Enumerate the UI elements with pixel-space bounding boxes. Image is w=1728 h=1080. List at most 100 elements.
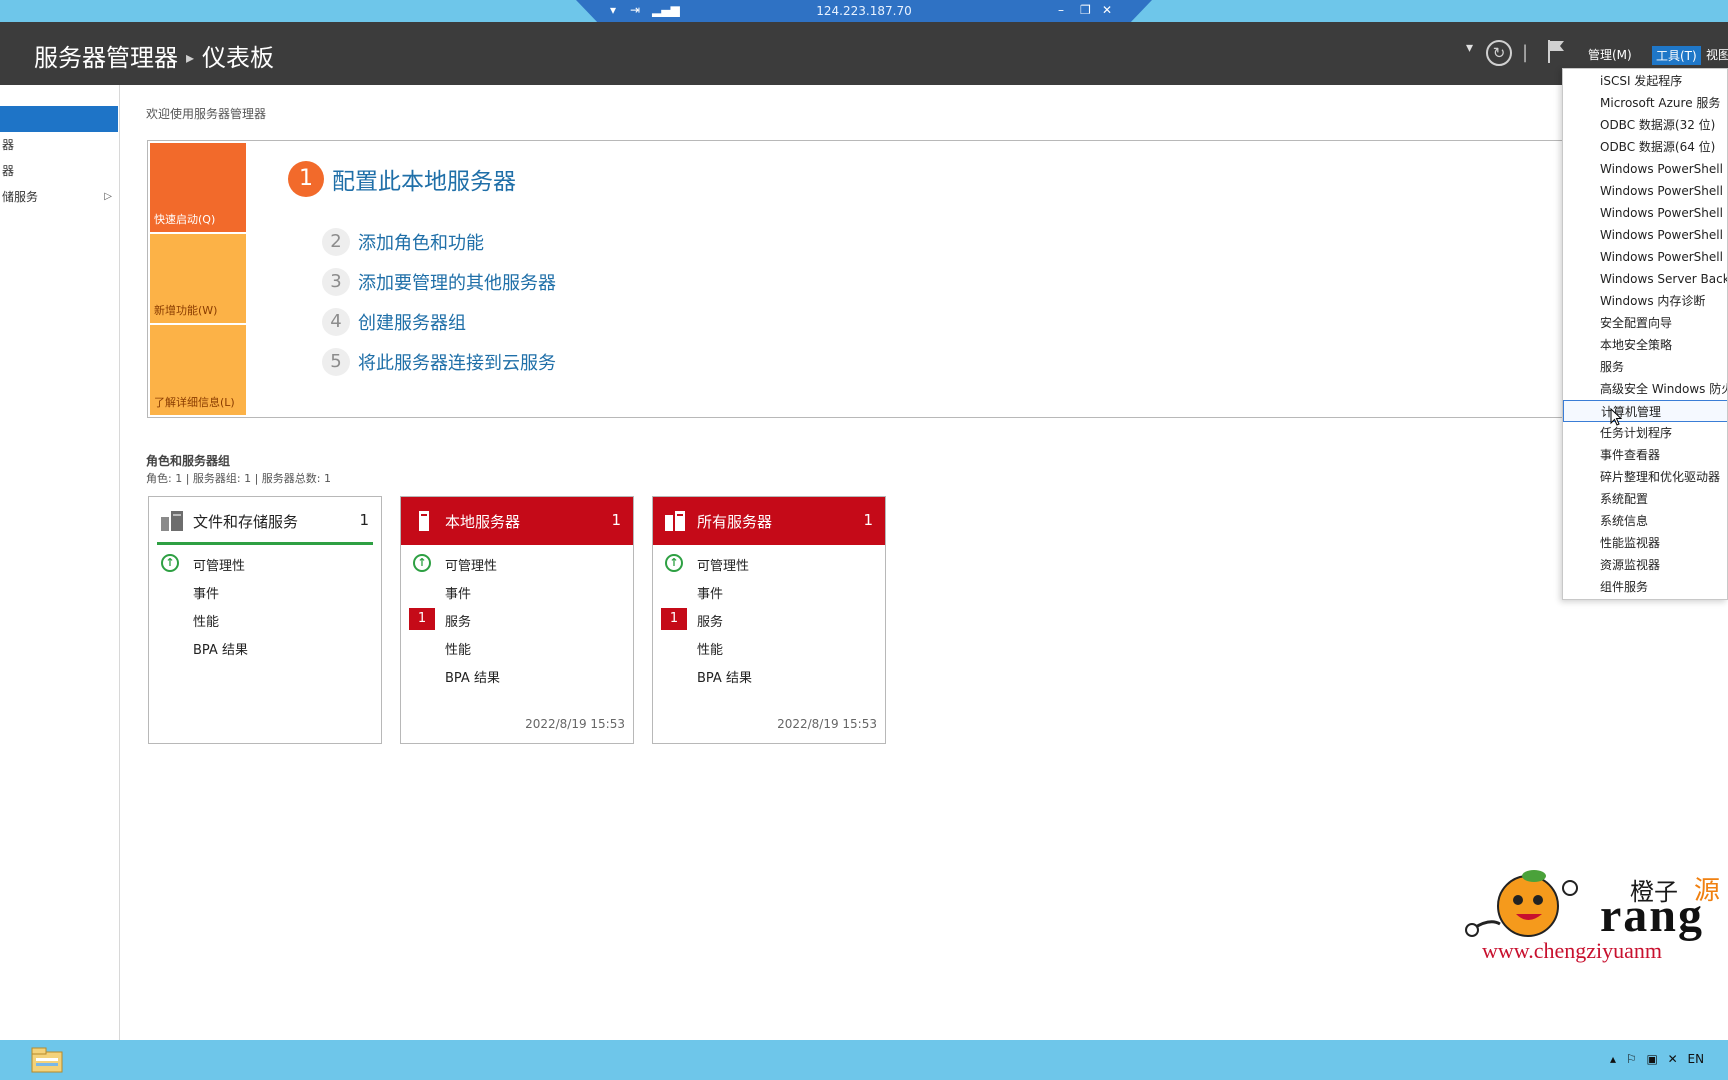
menu-item-azure[interactable]: Microsoft Azure 服务 [1563, 92, 1727, 114]
menu-item-memory-diagnostic[interactable]: Windows 内存诊断 [1563, 290, 1727, 312]
row-label: 可管理性 [193, 559, 246, 574]
file-storage-icon [161, 511, 183, 531]
card-title: 所有服务器 [697, 513, 773, 531]
card-row-manageability[interactable]: ↑ 可管理性 [149, 549, 381, 577]
tray-expand-icon[interactable]: ▴ [1610, 1052, 1616, 1066]
card-row-events[interactable]: 事件 [149, 577, 381, 605]
card-row-services[interactable]: 1 服务 [401, 605, 633, 633]
menu-item-iscsi[interactable]: iSCSI 发起程序 [1563, 70, 1727, 92]
breadcrumb-separator-icon: ▸ [186, 48, 195, 67]
card-row-manageability[interactable]: ↑ 可管理性 [653, 549, 885, 577]
menu-item-perf-monitor[interactable]: 性能监视器 [1563, 532, 1727, 554]
tile-label: 快速启动(Q) [154, 213, 216, 226]
rdp-connection-bar: ▾ ⇥ ▂▄▆ 124.223.187.70 – ❐ ✕ [0, 0, 1728, 24]
card-row-performance[interactable]: 性能 [149, 605, 381, 633]
minimize-icon[interactable]: – [1058, 3, 1064, 17]
status-ok-bar [157, 542, 373, 545]
step-number: 1 [288, 161, 324, 197]
menu-item-odbc-32[interactable]: ODBC 数据源(32 位) [1563, 114, 1727, 136]
step-add-roles[interactable]: 2 添加角色和功能 [322, 228, 484, 256]
sidebar-item-file-storage[interactable]: 储服务 ▷ [0, 184, 118, 210]
menu-manage[interactable]: 管理(M) [1588, 46, 1632, 63]
watermark-brand: rang [1600, 889, 1704, 942]
menu-tools[interactable]: 工具(T) [1652, 46, 1701, 65]
step-add-servers[interactable]: 3 添加要管理的其他服务器 [322, 268, 556, 296]
tile-quick-start[interactable]: 快速启动(Q) [150, 143, 246, 232]
menu-item-powershell-ise-2[interactable]: Windows PowerShell I [1563, 246, 1727, 268]
menu-item-resource-monitor[interactable]: 资源监视器 [1563, 554, 1727, 576]
role-card-all-servers[interactable]: 所有服务器 1 ↑ 可管理性 事件 1 服务 性能 BPA 结果 2022/8/… [652, 496, 886, 744]
tile-label: 新增功能(W) [154, 304, 218, 317]
notifications-flag-icon[interactable] [1546, 38, 1568, 64]
menu-item-powershell-3[interactable]: Windows PowerShell ( [1563, 202, 1727, 224]
network-icon[interactable]: ▣ [1646, 1052, 1657, 1066]
app-title[interactable]: 服务器管理器 [34, 44, 178, 72]
card-row-bpa[interactable]: BPA 结果 [149, 633, 381, 661]
card-row-bpa[interactable]: BPA 结果 [653, 661, 885, 689]
rdp-address: 124.223.187.70 [816, 4, 912, 18]
dropdown-arrow-icon[interactable]: ▾ [1466, 40, 1473, 56]
step-link[interactable]: 配置此本地服务器 [332, 162, 516, 196]
role-card-file-storage[interactable]: 文件和存储服务 1 ↑ 可管理性 事件 性能 BPA 结果 [148, 496, 382, 744]
menu-item-defrag[interactable]: 碎片整理和优化驱动器 [1563, 466, 1727, 488]
menu-item-computer-management[interactable]: 计算机管理 [1563, 400, 1727, 422]
menu-view[interactable]: 视图 [1706, 46, 1728, 63]
sidebar-item-all-servers[interactable]: 器 [0, 158, 118, 184]
menu-item-security-wizard[interactable]: 安全配置向导 [1563, 312, 1727, 334]
step-link[interactable]: 添加角色和功能 [358, 229, 484, 255]
card-row-performance[interactable]: 性能 [653, 633, 885, 661]
menu-item-task-scheduler[interactable]: 任务计划程序 [1563, 422, 1727, 444]
quick-start-panel: 快速启动(Q) 新增功能(W) 了解详细信息(L) 1 配置此本地服务器 2 添加角… [147, 140, 1567, 418]
menu-item-component-services[interactable]: 组件服务 [1563, 576, 1727, 598]
close-icon[interactable]: ✕ [1102, 3, 1112, 17]
sidebar-item-dashboard[interactable] [0, 106, 118, 132]
card-header[interactable]: 所有服务器 1 [653, 497, 885, 545]
card-row-performance[interactable]: 性能 [401, 633, 633, 661]
card-row-events[interactable]: 事件 [401, 577, 633, 605]
card-header[interactable]: 本地服务器 1 [401, 497, 633, 545]
row-label: 事件 [445, 587, 472, 602]
menu-item-server-backup[interactable]: Windows Server Backu [1563, 268, 1727, 290]
card-row-manageability[interactable]: ↑ 可管理性 [401, 549, 633, 577]
file-explorer-icon[interactable] [30, 1046, 64, 1074]
refresh-icon[interactable]: ↻ [1486, 40, 1512, 66]
tile-learn-more[interactable]: 了解详细信息(L) [150, 325, 246, 415]
menu-item-services[interactable]: 服务 [1563, 356, 1727, 378]
card-row-services[interactable]: 1 服务 [653, 605, 885, 633]
sidebar: 器 器 储服务 ▷ [0, 85, 120, 1040]
menu-item-system-config[interactable]: 系统配置 [1563, 488, 1727, 510]
step-connect-cloud[interactable]: 5 将此服务器连接到云服务 [322, 348, 556, 376]
volume-muted-icon[interactable]: ✕ [1668, 1052, 1678, 1066]
servers-icon [665, 511, 685, 531]
language-indicator[interactable]: EN [1688, 1052, 1705, 1066]
menu-item-powershell[interactable]: Windows PowerShell [1563, 158, 1727, 180]
role-card-local-server[interactable]: 本地服务器 1 ↑ 可管理性 事件 1 服务 性能 BPA 结果 2022/8/… [400, 496, 634, 744]
step-create-group[interactable]: 4 创建服务器组 [322, 308, 466, 336]
menu-item-event-viewer[interactable]: 事件查看器 [1563, 444, 1727, 466]
watermark-url: www.chengziyuanm [1482, 938, 1663, 963]
card-row-events[interactable]: 事件 [653, 577, 885, 605]
step-link[interactable]: 创建服务器组 [358, 309, 466, 335]
rdp-tab: ▾ ⇥ ▂▄▆ 124.223.187.70 – ❐ ✕ [576, 0, 1152, 24]
menu-item-firewall[interactable]: 高级安全 Windows 防火 [1563, 378, 1727, 400]
step-link[interactable]: 将此服务器连接到云服务 [358, 349, 556, 375]
chevron-right-icon[interactable]: ▷ [104, 184, 112, 210]
card-header[interactable]: 文件和存储服务 1 [149, 497, 381, 545]
step-link[interactable]: 添加要管理的其他服务器 [358, 269, 556, 295]
restore-icon[interactable]: ❐ [1080, 3, 1091, 17]
menu-item-system-info[interactable]: 系统信息 [1563, 510, 1727, 532]
menu-item-local-security-policy[interactable]: 本地安全策略 [1563, 334, 1727, 356]
sidebar-item-label: 器 [2, 138, 15, 152]
sidebar-item-local-server[interactable]: 器 [0, 132, 118, 158]
menu-item-powershell-ise[interactable]: Windows PowerShell I [1563, 224, 1727, 246]
card-row-bpa[interactable]: BPA 结果 [401, 661, 633, 689]
step-number: 4 [322, 308, 350, 336]
status-ok-icon: ↑ [161, 554, 179, 572]
step-configure-local-server[interactable]: 1 配置此本地服务器 [288, 161, 516, 197]
row-label: BPA 结果 [697, 671, 752, 686]
action-center-flag-icon[interactable]: ⚐ [1626, 1052, 1637, 1066]
tile-whats-new[interactable]: 新增功能(W) [150, 234, 246, 323]
menu-item-odbc-64[interactable]: ODBC 数据源(64 位) [1563, 136, 1727, 158]
menu-item-powershell-2[interactable]: Windows PowerShell [1563, 180, 1727, 202]
app-header: 服务器管理器 ▸ 仪表板 ▾ ↻ | 管理(M) 工具(T) 视图 [0, 22, 1728, 85]
